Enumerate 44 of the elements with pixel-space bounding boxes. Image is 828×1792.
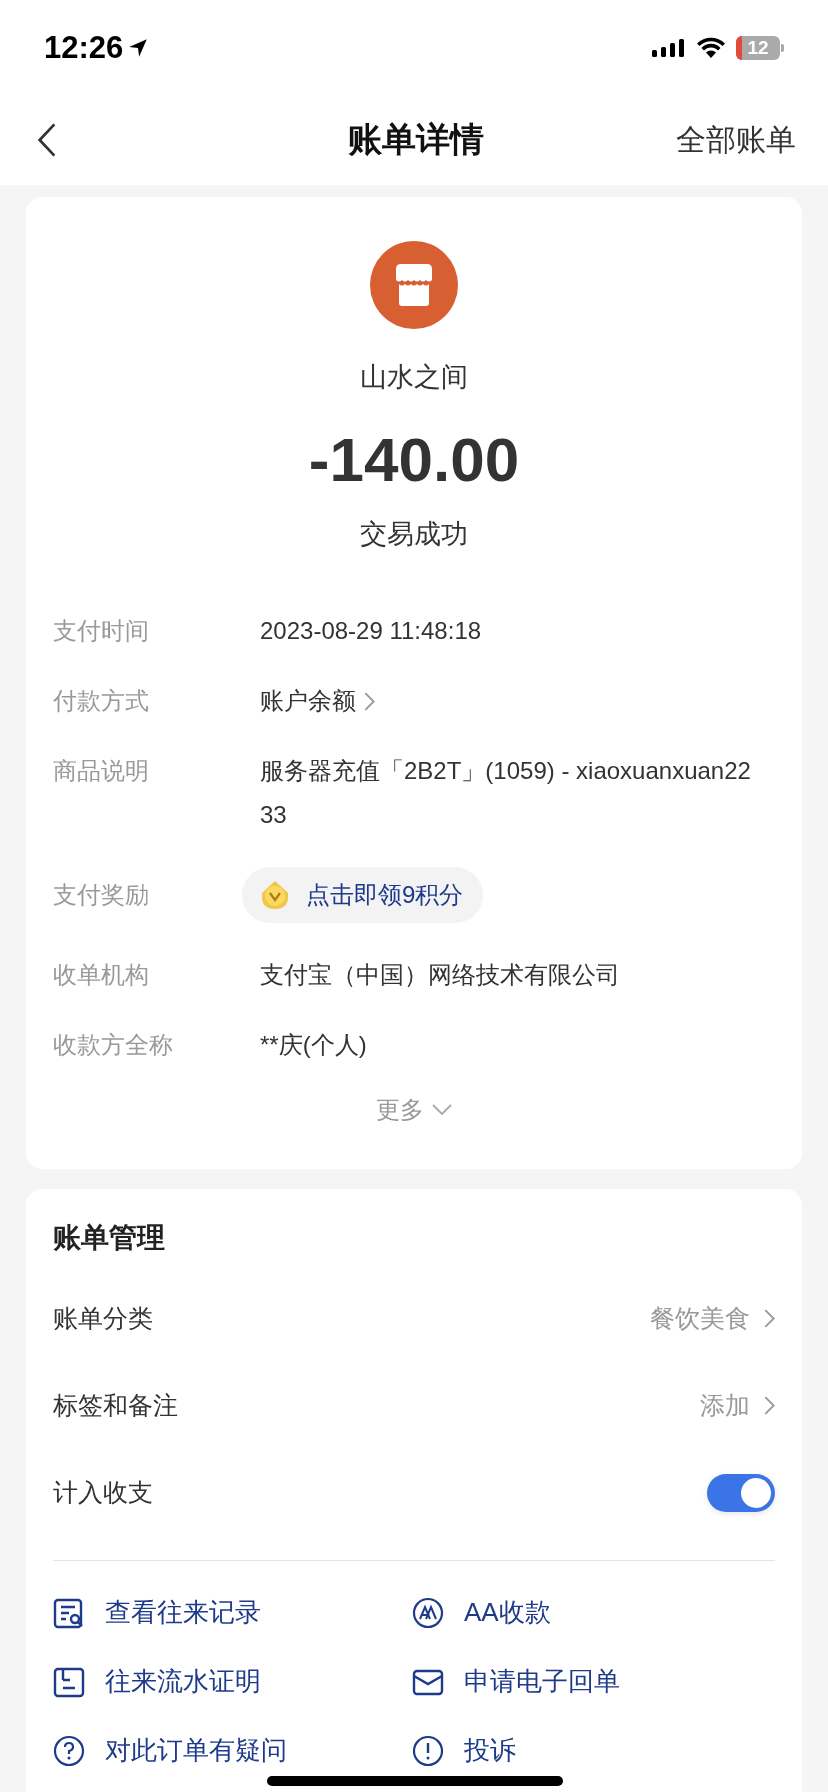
setting-label: 账单分类 xyxy=(53,1303,153,1334)
action-link[interactable]: 申请电子回单 xyxy=(412,1664,620,1699)
action-link[interactable]: 投诉 xyxy=(412,1733,516,1768)
aa-circle-icon xyxy=(412,1596,444,1629)
amount: -140.00 xyxy=(308,424,520,495)
all-bills-link[interactable]: 全部账单 xyxy=(676,119,796,161)
setting-label: 计入收支 xyxy=(53,1477,153,1508)
location-arrow-icon xyxy=(127,36,150,59)
back-button[interactable] xyxy=(36,121,58,159)
detail-value: 服务器充值「2B2T」(1059) - xiaoxuanxuan2233 xyxy=(260,756,752,830)
detail-label: 商品说明 xyxy=(53,756,150,786)
detail-value: **庆(个人) xyxy=(260,1030,367,1060)
document-search-icon xyxy=(53,1596,85,1629)
reward-button[interactable]: 点击即领9积分 xyxy=(242,867,484,923)
action-link[interactable]: 对此订单有疑问 xyxy=(53,1733,287,1768)
action-link[interactable]: 查看往来记录 xyxy=(53,1595,261,1630)
signal-icon xyxy=(652,37,686,58)
toggle-switch[interactable] xyxy=(707,1473,775,1512)
page-title: 账单详情 xyxy=(348,119,484,160)
shop-icon xyxy=(370,241,458,329)
chevron-right-icon xyxy=(364,691,375,711)
detail-label: 收款方全称 xyxy=(53,1030,174,1060)
detail-value: 2023-08-29 11:48:18 xyxy=(260,616,482,646)
detail-label: 支付时间 xyxy=(53,616,150,646)
chevron-down-icon xyxy=(432,1104,452,1116)
action-link[interactable]: 往来流水证明 xyxy=(53,1664,261,1699)
detail-value: 支付宝（中国）网络技术有限公司 xyxy=(260,960,620,990)
wifi-icon xyxy=(696,36,726,59)
transaction-status: 交易成功 xyxy=(360,518,468,551)
chevron-right-icon xyxy=(764,1396,775,1415)
status-time: 12:26 xyxy=(44,29,124,66)
detail-label: 支付奖励 xyxy=(53,880,150,910)
setting-label: 标签和备注 xyxy=(53,1390,178,1421)
detail-label: 收单机构 xyxy=(53,960,150,990)
action-link[interactable]: AA收款 xyxy=(412,1595,551,1630)
chevron-right-icon xyxy=(764,1309,775,1328)
payment-method-link[interactable]: 账户余额 xyxy=(260,679,356,723)
coin-icon xyxy=(260,880,290,910)
question-icon xyxy=(53,1734,85,1767)
detail-label: 付款方式 xyxy=(53,686,150,716)
document-icon xyxy=(53,1665,85,1698)
merchant-name: 山水之间 xyxy=(360,361,468,394)
section-title: 账单管理 xyxy=(53,1221,166,1255)
exclamation-icon xyxy=(412,1734,444,1767)
